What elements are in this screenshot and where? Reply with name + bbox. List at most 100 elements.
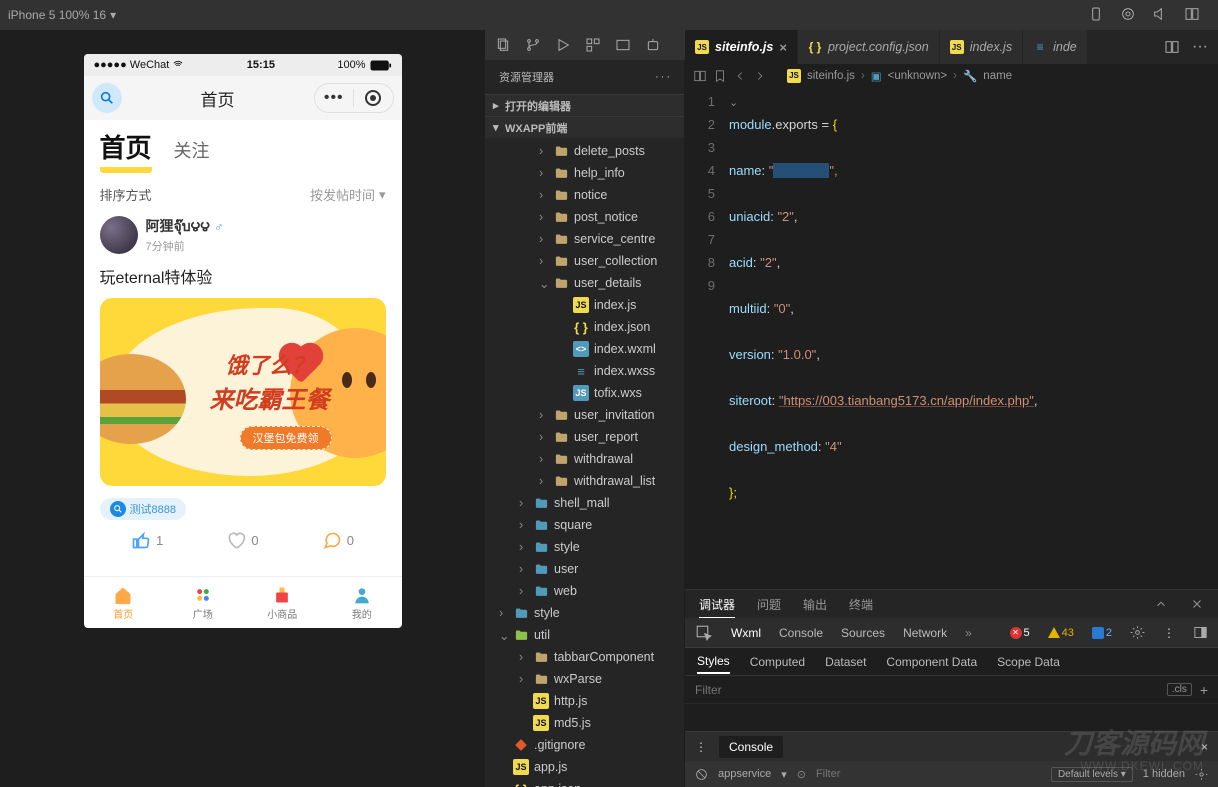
add-rule-icon[interactable]: + [1200,682,1208,698]
devtab-wxml[interactable]: Wxml [731,626,761,640]
dock-icon[interactable] [1193,625,1208,640]
breadcrumb-scope2[interactable]: name [983,70,1012,82]
code-editor[interactable]: 123456789 ⌄ module.exports = { name: "",… [685,88,1218,589]
avatar[interactable] [100,216,138,254]
devtab-console[interactable]: Console [779,626,823,640]
tabbar-home[interactable]: 首页 [84,577,164,628]
record-icon[interactable] [1120,6,1136,25]
gear-icon[interactable] [1195,768,1208,781]
close-ring-icon[interactable] [354,90,393,106]
tree-node[interactable]: ›style [485,536,684,558]
close-icon[interactable] [1190,597,1204,611]
bookmark-icon[interactable] [713,69,727,83]
tabbar-square[interactable]: 广场 [163,577,243,628]
search-button[interactable] [92,83,122,113]
capsule-button[interactable]: ••• [314,83,394,113]
back-icon[interactable] [733,69,747,83]
style-filter-input[interactable] [695,683,1167,697]
tree-node[interactable]: { }app.json [485,778,684,787]
tree-node[interactable]: ›withdrawal_list [485,470,684,492]
branch-icon[interactable] [525,37,541,53]
devtab-sources[interactable]: Sources [841,626,885,640]
console-drawer-label[interactable]: Console [719,736,783,758]
error-badge[interactable]: ✕5 [1010,627,1030,639]
tree-node[interactable]: JShttp.js [485,690,684,712]
post-card[interactable]: 阿狸จุ๊บ౪౪♂ 7分钟前 玩eternal特体验 饿了么？来吃霸王餐 汉堡包… [84,210,402,556]
tab-home[interactable]: 首页 [100,128,152,173]
section-open-editors[interactable]: ▸打开的编辑器 [485,94,684,116]
tree-node[interactable]: ⌄util [485,624,684,646]
tree-node[interactable]: ›user_collection [485,250,684,272]
tree-node[interactable]: ›web [485,580,684,602]
tree-node[interactable]: ›notice [485,184,684,206]
compare-icon[interactable] [693,69,707,83]
tree-node[interactable]: ›service_centre [485,228,684,250]
more-icon[interactable]: ··· [1192,38,1208,56]
tab-project-config[interactable]: { }project.config.json [798,30,940,64]
cls-toggle[interactable]: .cls [1167,683,1192,696]
forward-icon[interactable] [753,69,767,83]
styletab-styles[interactable]: Styles [697,654,730,674]
post-tag[interactable]: 测试8888 [100,498,186,520]
close-icon[interactable]: × [779,40,787,55]
tree-node[interactable]: ›user_report [485,426,684,448]
warning-badge[interactable]: 43 [1048,627,1074,639]
tree-node[interactable]: ⌄user_details [485,272,684,294]
tab-index-js[interactable]: JSindex.js [940,30,1023,64]
close-icon[interactable]: × [1201,740,1208,754]
stop-icon[interactable] [695,768,708,781]
tab-terminal[interactable]: 终端 [849,596,873,613]
tree-node[interactable]: ›wxParse [485,668,684,690]
element-picker-icon[interactable] [695,624,713,642]
layout-icon[interactable] [585,37,601,53]
tree-node[interactable]: ›style [485,602,684,624]
split-editor-icon[interactable] [1164,39,1180,55]
context-selector[interactable]: appservice [718,768,771,780]
tree-node[interactable]: ›user_invitation [485,404,684,426]
files-icon[interactable] [495,37,511,53]
styletab-scope[interactable]: Scope Data [997,655,1060,669]
split-icon[interactable] [1184,6,1200,25]
tree-node[interactable]: ›post_notice [485,206,684,228]
more-icon[interactable]: ··· [655,71,672,83]
tree-node[interactable]: ›help_info [485,162,684,184]
like-button[interactable]: 1 [131,530,163,550]
tree-node[interactable]: JSapp.js [485,756,684,778]
sort-dropdown[interactable]: 按发帖时间 ▾ [310,185,386,204]
tab-follow[interactable]: 关注 [174,137,210,163]
debug-icon[interactable] [555,37,571,53]
tree-node[interactable]: ›shell_mall [485,492,684,514]
tree-node[interactable]: ›withdrawal [485,448,684,470]
tabbar-shop[interactable]: 小商品 [243,577,323,628]
tab-siteinfo[interactable]: JSsiteinfo.js× [685,30,798,64]
tab-debugger[interactable]: 调试器 [699,596,735,618]
tree-node[interactable]: ›tabbarComponent [485,646,684,668]
kebab-icon[interactable]: ⋮ [1163,626,1175,640]
kebab-icon[interactable]: ⋮ [695,740,707,754]
tree-node[interactable]: { }index.json [485,316,684,338]
hidden-count[interactable]: 1 hidden [1143,768,1185,780]
tree-node[interactable]: JStofix.wxs [485,382,684,404]
fold-icon[interactable]: ⌄ [729,92,738,115]
tree-node[interactable]: ≡index.wxss [485,360,684,382]
tree-node[interactable]: .gitignore [485,734,684,756]
tree-node[interactable]: ›square [485,514,684,536]
console-filter[interactable]: Filter [816,768,840,780]
tabbar-me[interactable]: 我的 [322,577,402,628]
styletab-computed[interactable]: Computed [750,655,805,669]
info-badge[interactable]: 2 [1092,627,1112,639]
post-image[interactable]: 饿了么？来吃霸王餐 汉堡包免费领 [100,298,386,486]
terminal-icon[interactable] [615,37,631,53]
robot-icon[interactable] [645,37,661,53]
levels-dropdown[interactable]: Default levels ▾ [1051,767,1133,782]
mute-icon[interactable] [1152,6,1168,25]
styletab-dataset[interactable]: Dataset [825,655,866,669]
tree-node[interactable]: ›delete_posts [485,140,684,162]
gear-icon[interactable] [1130,625,1145,640]
heart-button[interactable]: 0 [226,530,258,550]
device-icon[interactable] [1088,6,1104,25]
tab-output[interactable]: 输出 [803,596,827,613]
comment-button[interactable]: 0 [322,530,354,550]
tree-node[interactable]: <>index.wxml [485,338,684,360]
device-selector[interactable]: iPhone 5 100% 16 [8,8,106,22]
